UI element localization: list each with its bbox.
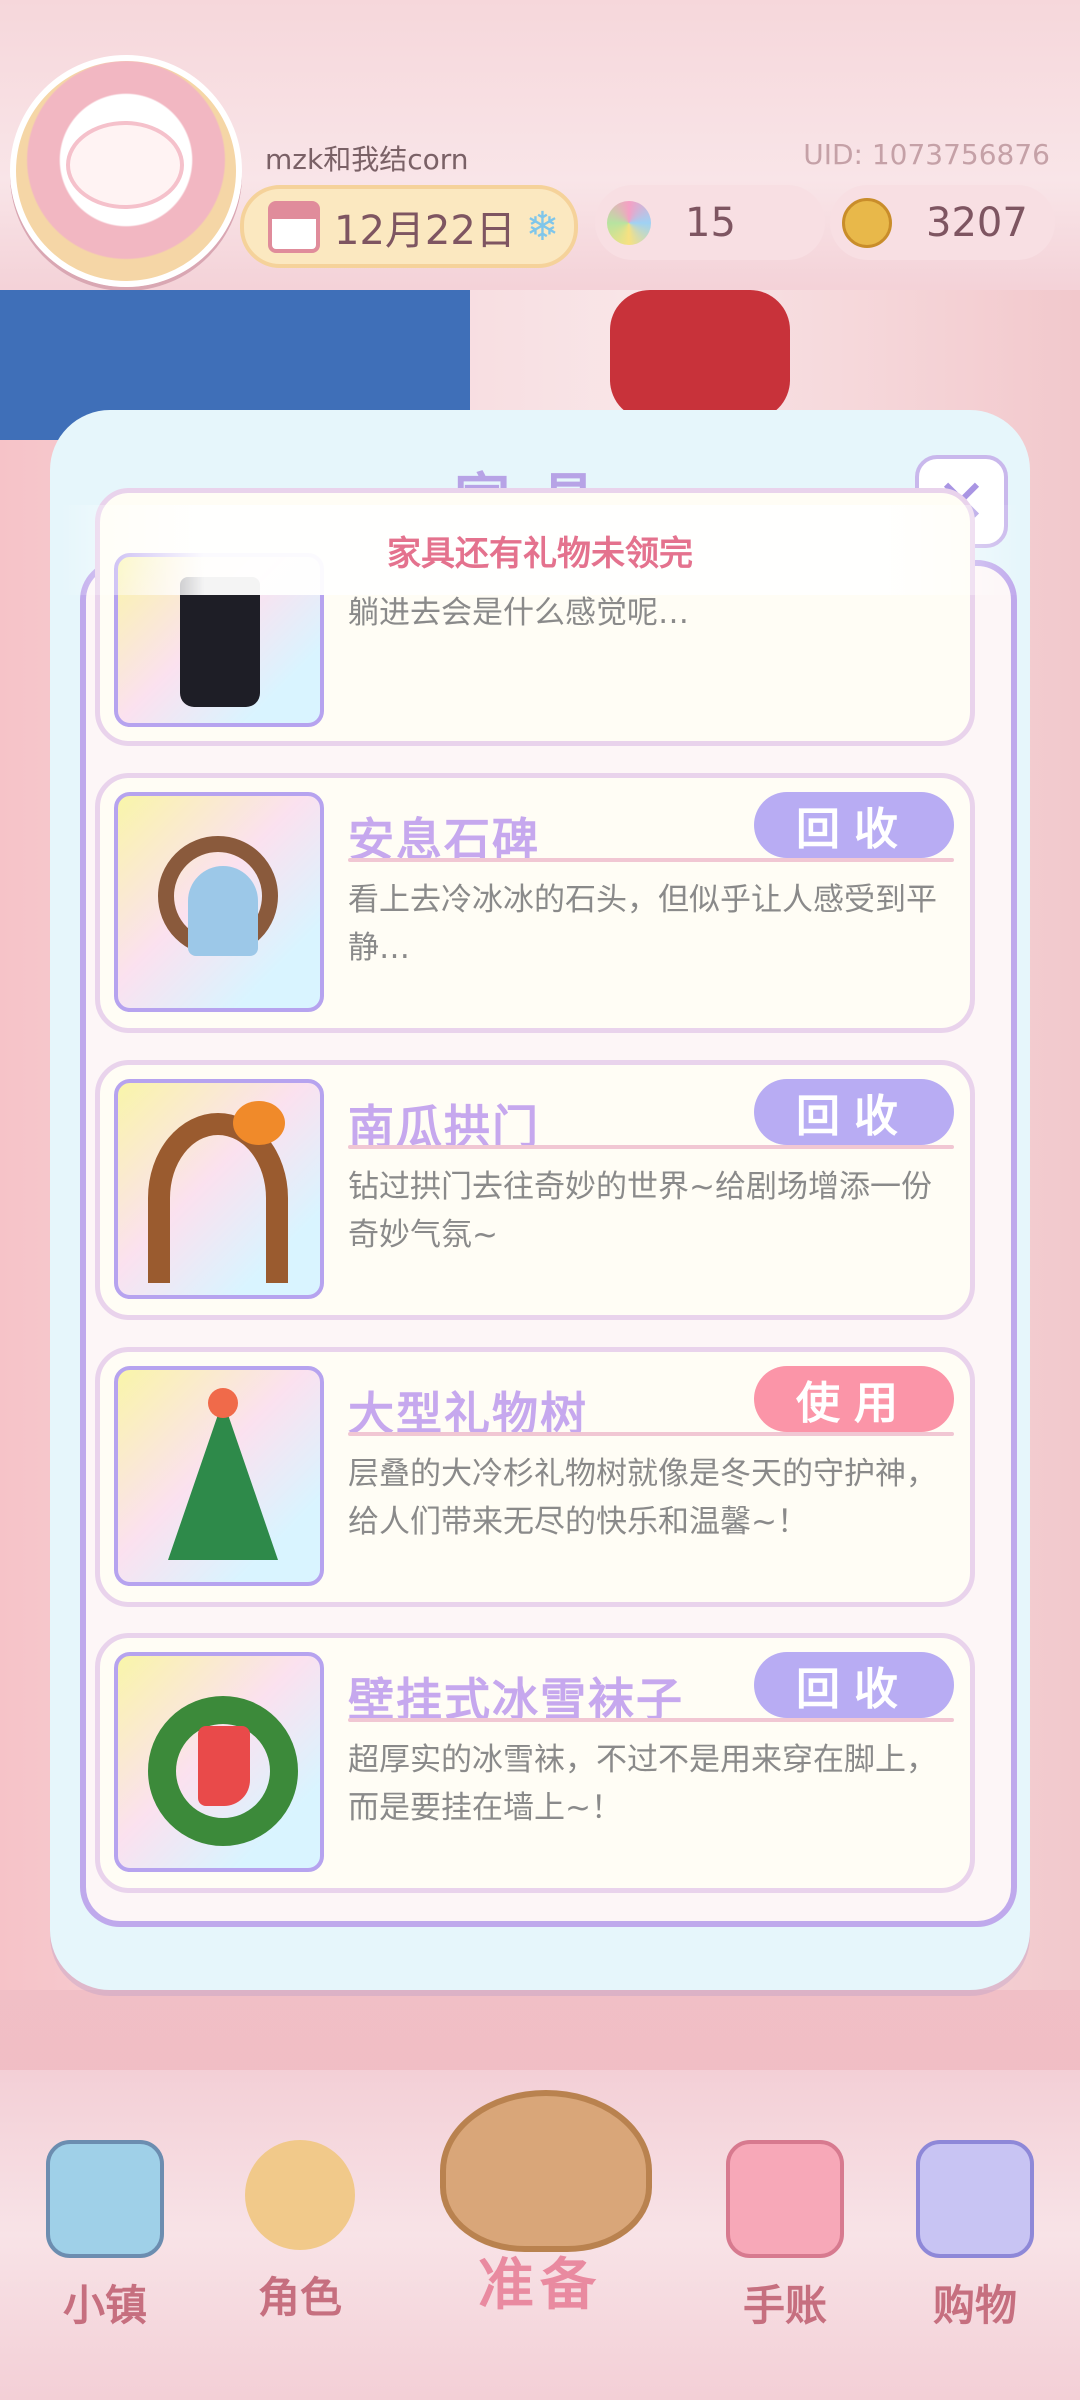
recycle-button[interactable]: 回收 — [754, 1652, 954, 1718]
divider — [348, 858, 954, 862]
snowflake-icon: ❄ — [525, 203, 560, 250]
bow-icon — [208, 1388, 238, 1418]
flower-count: 15 — [685, 199, 736, 246]
date-pill[interactable]: 12月22日 ❄ — [240, 185, 578, 268]
coin-count: 3207 — [926, 199, 1028, 246]
recycle-button[interactable]: 回收 — [754, 792, 954, 858]
nav-label: 角色 — [257, 2273, 342, 2322]
list-item[interactable]: 壁挂式冰雪袜子 回收 超厚实的冰雪袜，不过不是用来穿在脚上，而是要挂在墙上~！ — [95, 1633, 975, 1893]
player-avatar[interactable] — [10, 55, 242, 287]
item-thumbnail — [114, 1079, 324, 1299]
recycle-button[interactable]: 回收 — [754, 1079, 954, 1145]
nav-role[interactable]: 角色 — [215, 2140, 385, 2325]
item-thumbnail — [114, 1652, 324, 1872]
gravestone-icon — [188, 866, 258, 956]
christmas-tree-icon — [168, 1400, 278, 1560]
uid-label[interactable]: UID: 1073756876 — [803, 138, 1050, 171]
item-thumbnail — [114, 1366, 324, 1586]
nav-journal[interactable]: 手账 — [700, 2140, 870, 2333]
stocking-icon — [198, 1726, 250, 1806]
item-desc: 超厚实的冰雪袜，不过不是用来穿在脚上，而是要挂在墙上~！ — [348, 1742, 937, 1826]
shopping-bag-icon — [916, 2140, 1034, 2258]
list-item[interactable]: 大型礼物树 使用 层叠的大冷杉礼物树就像是冬天的守护神，给人们带来无尽的快乐和温… — [95, 1347, 975, 1607]
map-icon — [46, 2140, 164, 2258]
use-button[interactable]: 使用 — [754, 1366, 954, 1432]
flower-icon — [607, 200, 651, 245]
roses-decoration — [610, 290, 790, 420]
flower-currency[interactable]: 15 — [595, 185, 825, 260]
nav-label: 准备 — [478, 2253, 602, 2318]
gift-notice-banner: 家具还有礼物未领完 — [60, 505, 1020, 595]
nav-label: 手账 — [742, 2281, 827, 2330]
coffin-icon — [180, 577, 260, 707]
list-item[interactable]: 南瓜拱门 回收 钻过拱门去往奇妙的世界~给剧场增添一份奇妙气氛~ — [95, 1060, 975, 1320]
divider — [348, 1432, 954, 1436]
pumpkin-icon — [233, 1101, 285, 1145]
character-icon — [245, 2140, 355, 2250]
journal-icon — [726, 2140, 844, 2258]
item-desc: 层叠的大冷杉礼物树就像是冬天的守护神，给人们带来无尽的快乐和温馨~！ — [348, 1456, 937, 1540]
coin-currency[interactable]: 3207 — [830, 185, 1055, 260]
item-desc: 看上去冷冰冰的石头，但似乎让人感受到平静… — [348, 882, 937, 966]
date-text: 12月22日 — [334, 207, 516, 254]
nav-town[interactable]: 小镇 — [20, 2140, 190, 2333]
item-desc: 钻过拱门去往奇妙的世界~给剧场增添一份奇妙气氛~ — [348, 1169, 932, 1253]
basket-icon — [440, 2090, 652, 2252]
nav-label: 购物 — [932, 2281, 1017, 2330]
item-desc: 躺进去会是什么感觉呢… — [348, 595, 689, 631]
divider — [348, 1145, 954, 1149]
item-thumbnail — [114, 792, 324, 1012]
username: mzk和我结corn — [265, 143, 469, 176]
calendar-icon — [268, 200, 320, 253]
notice-text: 家具还有礼物未领完 — [387, 533, 693, 574]
nav-prepare[interactable]: 准备 — [400, 2060, 680, 2318]
nav-shop[interactable]: 购物 — [890, 2140, 1060, 2333]
list-item[interactable]: 安息石碑 回收 看上去冷冰冰的石头，但似乎让人感受到平静… — [95, 773, 975, 1033]
nav-label: 小镇 — [62, 2281, 147, 2330]
coin-icon — [842, 197, 892, 248]
divider — [348, 1718, 954, 1722]
avatar-face-icon — [66, 121, 184, 209]
